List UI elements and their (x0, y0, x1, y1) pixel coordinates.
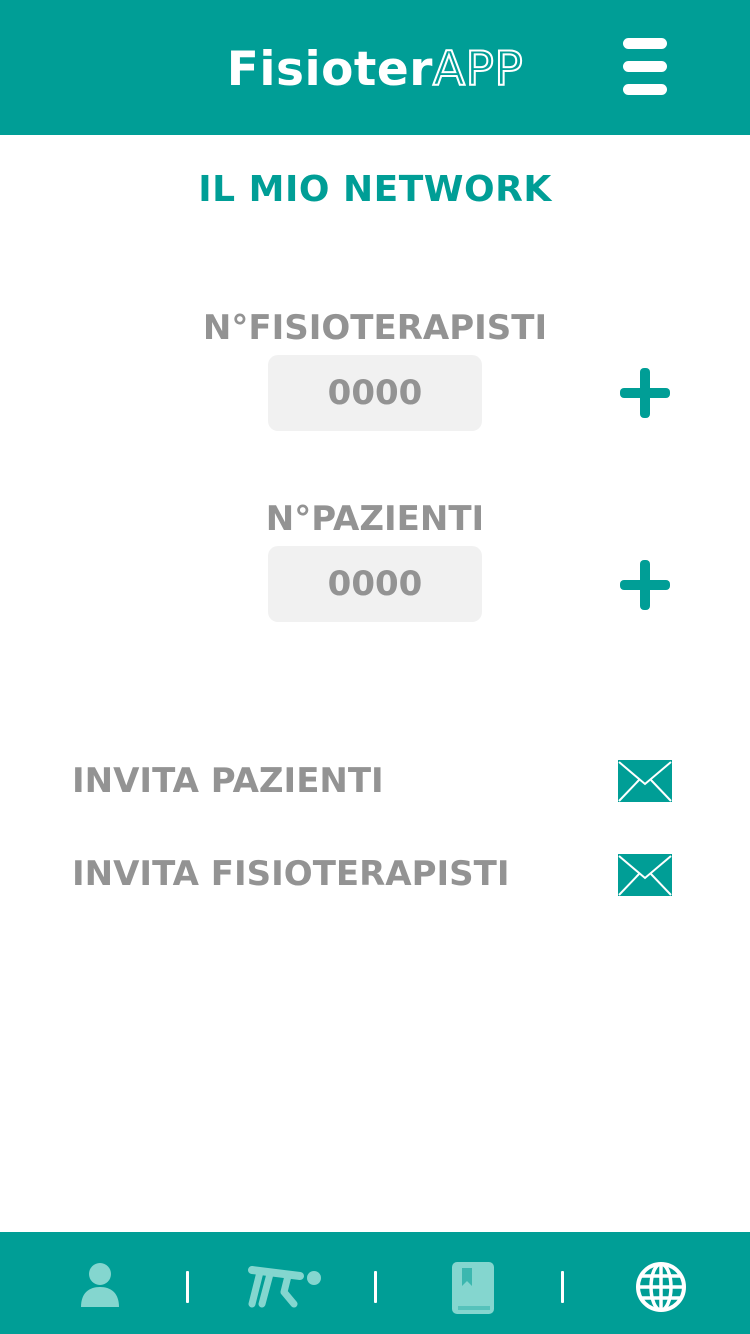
nav-divider (374, 1271, 377, 1303)
nav-item-library[interactable] (412, 1232, 532, 1334)
invite-patients-link[interactable]: INVITA PAZIENTI (72, 761, 384, 801)
invite-patients-mail-button[interactable] (618, 760, 672, 802)
logo-text-outline: APP (432, 41, 524, 98)
patients-count-label: N°PAZIENTI (265, 499, 485, 539)
invite-physiotherapists-mail-button[interactable] (618, 854, 672, 896)
add-patient-button[interactable] (620, 560, 670, 610)
nav-divider (561, 1271, 564, 1303)
page-title: IL MIO NETWORK (198, 169, 552, 210)
user-icon (81, 1263, 119, 1307)
menu-bar (623, 84, 667, 95)
exercise-icon (248, 1266, 321, 1308)
globe-icon (636, 1262, 686, 1312)
physiotherapists-count-field: 0000 (268, 355, 482, 431)
add-physiotherapist-button[interactable] (620, 368, 670, 418)
bookmark-book-icon (452, 1262, 494, 1314)
nav-item-exercises[interactable] (226, 1232, 346, 1334)
hamburger-menu-icon[interactable] (620, 38, 670, 96)
physiotherapists-count-label: N°FISIOTERAPISTI (202, 308, 548, 348)
plus-icon (640, 560, 650, 610)
plus-icon (640, 368, 650, 418)
patients-count-field: 0000 (268, 546, 482, 622)
bottom-navigation (0, 1232, 750, 1334)
nav-item-profile[interactable] (40, 1232, 160, 1334)
app-header: FisioterAPP (0, 0, 750, 135)
menu-bar (623, 38, 667, 49)
nav-item-network[interactable] (600, 1232, 720, 1334)
invite-physiotherapists-link[interactable]: INVITA FISIOTERAPISTI (72, 854, 510, 894)
nav-divider (186, 1271, 189, 1303)
logo-text-bold: Fisioter (226, 42, 433, 97)
envelope-icon (618, 760, 672, 802)
envelope-icon (618, 854, 672, 896)
menu-bar (623, 61, 667, 72)
